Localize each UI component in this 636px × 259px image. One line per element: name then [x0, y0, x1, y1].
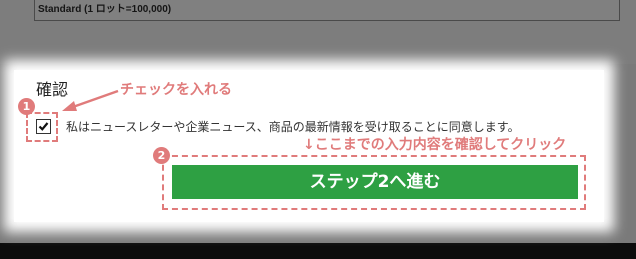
step-badge-1: 1 — [18, 98, 35, 115]
background-top-text: Standard (1 ロット=100,000) — [38, 4, 172, 15]
annotation-check-instruction: チェックを入れる — [120, 82, 232, 98]
checkmark-icon — [38, 122, 49, 131]
pointer-arrow-icon — [62, 89, 119, 111]
background-bottom-bar — [0, 243, 636, 259]
newsletter-consent-checkbox[interactable] — [36, 119, 51, 134]
annotation-click-instruction: ↓ここまでの入力内容を確認してクリック — [303, 137, 567, 153]
step-badge-2: 2 — [153, 147, 170, 164]
consent-text: 私はニュースレターや企業ニュース、商品の最新情報を受け取ることに同意します。 — [66, 120, 520, 134]
background-top: Standard (1 ロット=100,000) — [0, 0, 636, 64]
proceed-to-step2-button[interactable]: ステップ2へ進む — [172, 165, 578, 199]
